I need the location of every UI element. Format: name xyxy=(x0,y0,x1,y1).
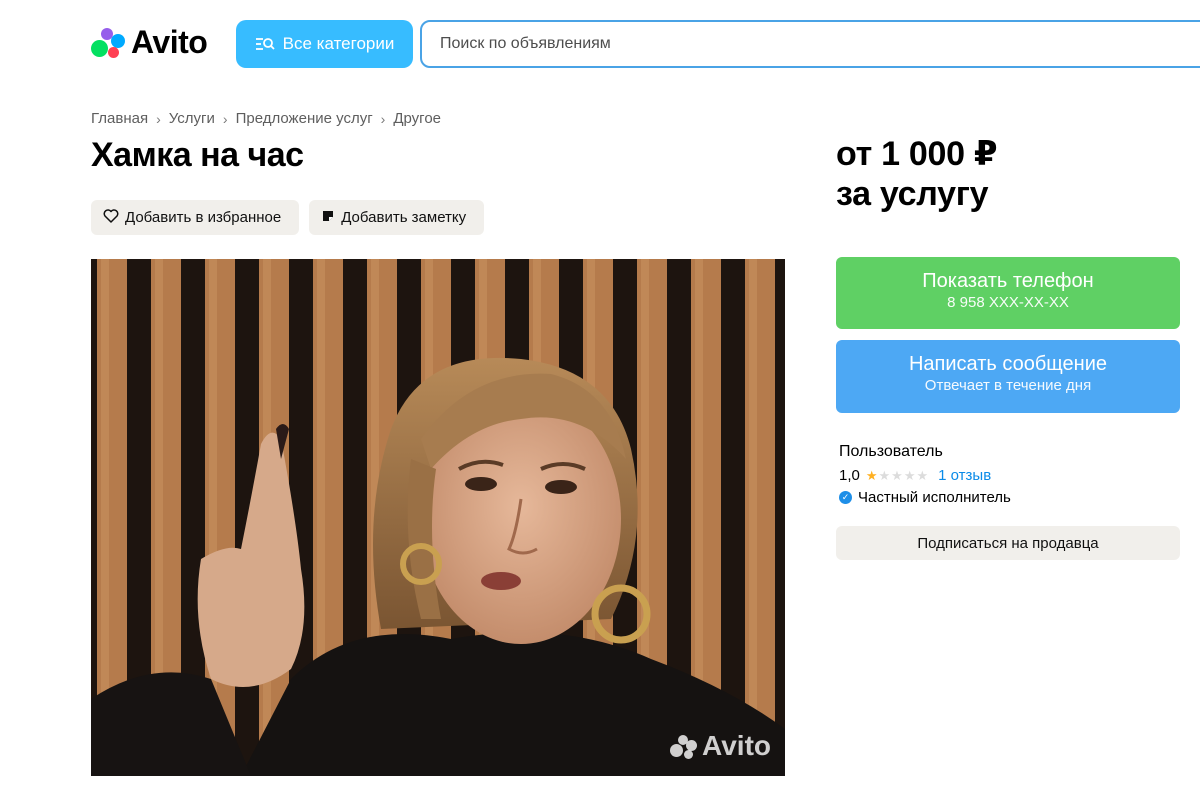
write-message-label: Написать сообщение xyxy=(908,353,1107,375)
subscribe-seller-button[interactable]: Подписаться на продавца xyxy=(836,526,1180,560)
rating-value: 1,0 xyxy=(839,467,860,484)
breadcrumb-item-home[interactable]: Главная xyxy=(91,110,148,127)
star-icon: ★ xyxy=(865,467,878,483)
price: от 1 000 ₽ за услугу xyxy=(836,134,998,214)
chevron-right-icon: › xyxy=(222,110,228,127)
seller-type-label: Частный исполнитель xyxy=(858,489,1011,506)
watermark-text: Avito xyxy=(702,730,771,761)
search-placeholder: Поиск по объявлениям xyxy=(440,35,611,52)
avito-watermark: Avito xyxy=(670,730,771,762)
show-phone-label: Показать телефон xyxy=(922,270,1094,292)
avito-watermark-icon xyxy=(670,733,698,759)
subscribe-seller-label: Подписаться на продавца xyxy=(917,534,1099,552)
breadcrumb: Главная › Услуги › Предложение услуг › Д… xyxy=(91,110,441,127)
breadcrumb-item-services[interactable]: Услуги xyxy=(169,110,215,127)
logo-text: Avito xyxy=(131,24,208,60)
listing-title: Хамка на час xyxy=(91,136,304,174)
add-note-label: Добавить заметку xyxy=(341,209,467,226)
breadcrumb-item-other[interactable]: Другое xyxy=(393,110,441,127)
seller-type: ✓ Частный исполнитель xyxy=(839,489,1011,506)
reviews-link[interactable]: 1 отзыв xyxy=(938,467,991,484)
listing-photo[interactable]: Avito xyxy=(91,259,785,776)
star-icon: ★ xyxy=(916,467,929,483)
verified-check-icon: ✓ xyxy=(839,491,852,504)
avito-logo[interactable]: Avito xyxy=(91,24,208,61)
show-phone-button[interactable]: Показать телефон 8 958 XXX-XX-XX xyxy=(836,257,1180,329)
chevron-right-icon: › xyxy=(156,110,161,127)
note-icon xyxy=(321,209,335,227)
write-message-button[interactable]: Написать сообщение Отвечает в течение дн… xyxy=(836,340,1180,413)
seller-name[interactable]: Пользователь xyxy=(839,443,943,461)
add-note-button[interactable]: Добавить заметку xyxy=(309,200,485,235)
breadcrumb-item-service-offers[interactable]: Предложение услуг xyxy=(236,110,373,127)
heart-icon xyxy=(103,208,119,227)
price-unit: за услугу xyxy=(836,175,989,213)
star-icon: ★ xyxy=(891,467,903,483)
search-input[interactable]: Поиск по объявлениям xyxy=(420,20,1200,68)
add-to-favorites-button[interactable]: Добавить в избранное xyxy=(91,200,300,235)
star-icon: ★ xyxy=(878,467,891,483)
rating-stars: ★ ★ ★ ★ ★ xyxy=(866,468,928,484)
star-icon: ★ xyxy=(903,467,916,483)
chevron-right-icon: › xyxy=(380,110,386,127)
all-categories-button[interactable]: Все категории xyxy=(236,20,413,68)
phone-masked: 8 958 XXX-XX-XX xyxy=(947,294,1069,311)
listing-actions: Добавить в избранное Добавить заметку xyxy=(91,200,485,235)
avito-logo-icon xyxy=(91,26,125,60)
seller-rating: 1,0 ★ ★ ★ ★ ★ 1 отзыв xyxy=(839,467,991,484)
response-time: Отвечает в течение дня xyxy=(924,377,1092,394)
price-amount: от 1 000 ₽ xyxy=(836,135,998,173)
photo-illustration xyxy=(91,259,785,776)
categories-search-icon xyxy=(255,36,275,52)
add-to-favorites-label: Добавить в избранное xyxy=(125,209,282,226)
all-categories-label: Все категории xyxy=(282,34,395,53)
